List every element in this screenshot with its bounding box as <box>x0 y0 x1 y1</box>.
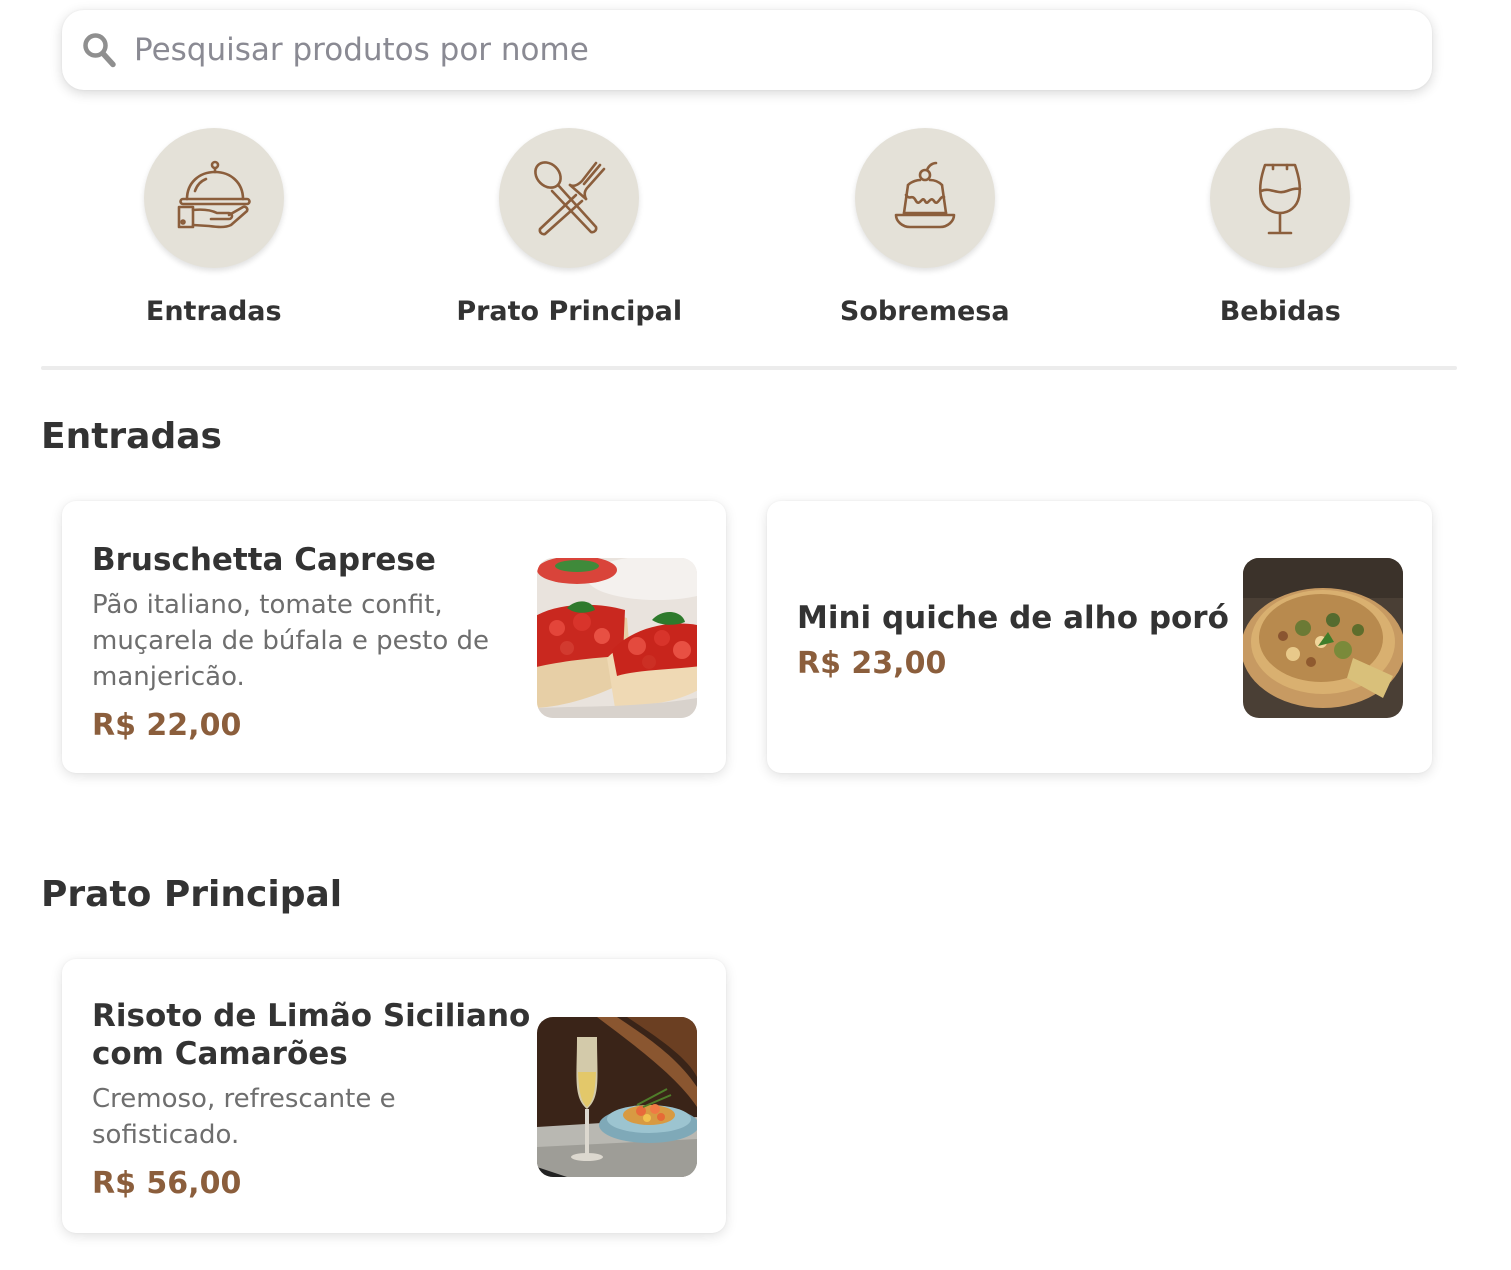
product-price: R$ 22,00 <box>92 708 242 743</box>
product-name: Bruschetta Caprese <box>92 542 436 578</box>
product-info: Mini quiche de alho poró R$ 23,00 <box>797 599 1237 683</box>
wine-glass-icon <box>1259 163 1302 235</box>
product-image-bruschetta <box>537 558 697 718</box>
product-description: Cremoso, refrescante e sofisticado. <box>92 1084 396 1150</box>
serving-cloche-icon <box>177 160 251 229</box>
category-label: Sobremesa <box>839 296 1010 327</box>
section-divider <box>41 366 1457 370</box>
product-card-bruschetta[interactable]: Bruschetta Caprese Pão italiano, tomate … <box>62 501 726 773</box>
product-name: Risoto de Limão Siciliano com Camarões <box>92 998 531 1072</box>
product-info: Bruschetta Caprese Pão italiano, tomate … <box>92 541 512 745</box>
category-bebidas[interactable]: Bebidas <box>1150 128 1410 348</box>
section-title-prato-principal: Prato Principal <box>41 874 343 915</box>
category-label: Entradas <box>145 296 282 327</box>
spoon-fork-icon <box>534 161 606 236</box>
category-icon-circle[interactable] <box>1210 128 1351 268</box>
category-nav: Entradas Prato Principal Sobremesa Bebid… <box>36 128 1458 348</box>
search-bar[interactable] <box>62 10 1432 90</box>
product-description: Pão italiano, tomate confit, muçarela de… <box>92 590 489 692</box>
product-info: Risoto de Limão Siciliano com Camarões C… <box>92 997 532 1203</box>
category-icon-circle[interactable] <box>143 128 284 268</box>
category-label: Bebidas <box>1219 296 1341 327</box>
category-label: Prato Principal <box>456 296 683 327</box>
section-title-entradas: Entradas <box>41 416 222 457</box>
category-entradas[interactable]: Entradas <box>84 128 344 348</box>
menu-page: Entradas Prato Principal <box>0 0 1511 1270</box>
category-sobremesa[interactable]: Sobremesa <box>795 128 1055 348</box>
product-image-quiche <box>1243 558 1403 718</box>
product-card-risoto[interactable]: Risoto de Limão Siciliano com Camarões C… <box>62 959 726 1233</box>
product-name: Mini quiche de alho poró <box>797 600 1229 636</box>
search-icon <box>83 33 116 68</box>
product-card-mini-quiche[interactable]: Mini quiche de alho poró R$ 23,00 <box>767 501 1432 773</box>
search-input[interactable] <box>134 32 1384 68</box>
category-icon-circle[interactable] <box>499 128 640 268</box>
product-price: R$ 23,00 <box>797 646 947 681</box>
category-icon-circle[interactable] <box>854 128 995 268</box>
product-price: R$ 56,00 <box>92 1166 242 1201</box>
category-prato-principal[interactable]: Prato Principal <box>439 128 699 348</box>
product-image-risoto <box>537 1017 697 1177</box>
pudding-icon <box>894 161 956 229</box>
